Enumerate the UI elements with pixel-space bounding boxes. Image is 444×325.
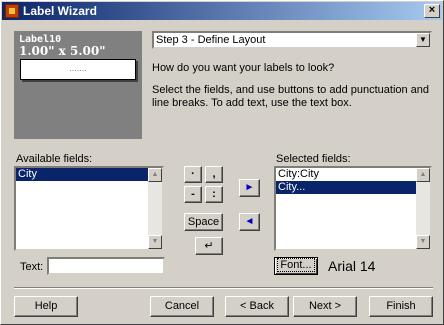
- scroll-up-icon[interactable]: ▲: [148, 168, 162, 182]
- space-button[interactable]: Space: [184, 213, 223, 231]
- add-field-button[interactable]: ►: [239, 179, 260, 197]
- title-bar[interactable]: Label Wizard ×: [2, 2, 442, 20]
- window-title: Label Wizard: [23, 4, 97, 18]
- available-fields-label: Available fields:: [16, 153, 93, 165]
- step-select[interactable]: Step 3 - Define Layout ▼: [152, 31, 432, 49]
- help-button[interactable]: Help: [14, 296, 78, 317]
- finish-button[interactable]: Finish: [369, 296, 433, 317]
- cancel-button[interactable]: Cancel: [150, 296, 214, 317]
- font-button-label: Font...: [277, 258, 315, 272]
- text-input[interactable]: [47, 257, 165, 275]
- newline-button[interactable]: ↵: [195, 237, 223, 255]
- colon-button[interactable]: :: [205, 186, 223, 203]
- layout-description: Select the fields, and use buttons to ad…: [152, 84, 430, 109]
- remove-field-button[interactable]: ◄: [239, 213, 260, 231]
- preview-label-face: .......: [20, 59, 136, 80]
- layout-question: How do you want your labels to look?: [152, 62, 335, 74]
- scroll-down-icon[interactable]: ▼: [416, 235, 430, 249]
- available-fields-list[interactable]: City ▲ ▼: [14, 166, 164, 251]
- label-preview: Label10 1.00" x 5.00" .......: [14, 31, 142, 139]
- current-font: Arial 14: [328, 258, 376, 274]
- font-button[interactable]: Font...: [274, 257, 318, 275]
- list-item[interactable]: City:City: [276, 168, 416, 181]
- vertical-scrollbar[interactable]: ▲ ▼: [416, 168, 430, 249]
- label-wizard-icon: [5, 4, 19, 18]
- step-select-value: Step 3 - Define Layout: [156, 34, 266, 46]
- scroll-up-icon[interactable]: ▲: [416, 168, 430, 182]
- text-field-label: Text:: [20, 261, 44, 273]
- scroll-down-icon[interactable]: ▼: [148, 235, 162, 249]
- hyphen-button[interactable]: -: [184, 186, 202, 203]
- period-button[interactable]: ·: [184, 166, 202, 183]
- selected-fields-list[interactable]: City:City City... ▲ ▼: [274, 166, 432, 251]
- separator: [14, 287, 433, 289]
- next-button[interactable]: Next >: [293, 296, 357, 317]
- back-button[interactable]: < Back: [225, 296, 289, 317]
- preview-label-size: 1.00" x 5.00": [19, 44, 106, 58]
- close-button[interactable]: ×: [424, 4, 440, 18]
- list-item[interactable]: City: [16, 168, 148, 181]
- chevron-down-icon[interactable]: ▼: [416, 33, 430, 47]
- list-item[interactable]: City...: [276, 181, 416, 194]
- label-wizard-window: Label Wizard × Label10 1.00" x 5.00" ...…: [0, 0, 444, 325]
- comma-button[interactable]: ,: [205, 166, 223, 183]
- vertical-scrollbar[interactable]: ▲ ▼: [148, 168, 162, 249]
- selected-fields-label: Selected fields:: [276, 153, 351, 165]
